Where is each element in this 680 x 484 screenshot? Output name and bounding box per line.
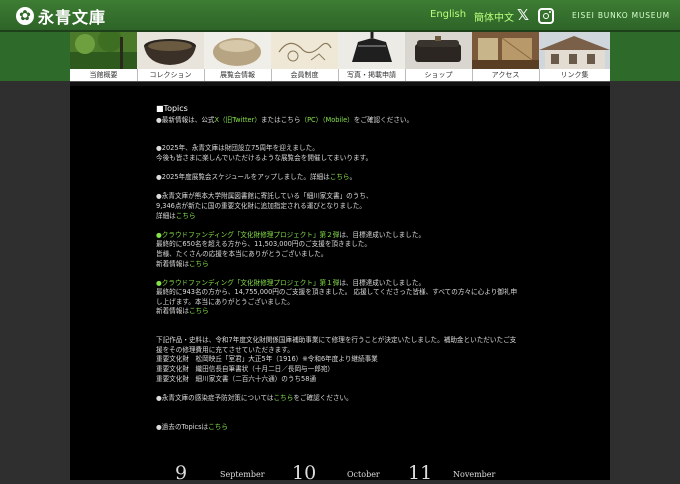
nav-label: 会員制度 xyxy=(290,71,319,79)
nav-item-links[interactable]: リンク集 xyxy=(539,32,610,81)
nav-label: 写真・掲載申請 xyxy=(347,71,396,79)
infection-link[interactable]: こちら xyxy=(274,394,294,402)
nav-label: アクセス xyxy=(491,71,520,79)
site-header: ✿ 永青文庫 English 簡体中文 𝕏 EISEI BUNKO MUSEUM xyxy=(0,0,680,32)
logo-text: 永青文庫 xyxy=(38,8,107,27)
calendar-month-number[interactable]: 11 xyxy=(408,462,432,484)
nav-item-access[interactable]: アクセス xyxy=(472,32,540,81)
topic-hosokawa-3: 詳細はこちら xyxy=(156,211,196,220)
nav-label: 当館概要 xyxy=(89,71,118,79)
calendar-month-name[interactable]: September xyxy=(220,470,265,479)
x-twitter-link[interactable]: X（旧Twitter） xyxy=(215,116,261,124)
topic-past: ●過去のTopicsはこちら xyxy=(156,422,228,431)
topic-infection: ●永青文庫の感染症予防対策についてはこちらをご確認ください。 xyxy=(156,393,353,402)
crowdfunding-2-news: 新着情報はこちら xyxy=(156,259,209,268)
calendar-month-name[interactable]: November xyxy=(453,470,495,479)
repair-item-3: 重要文化財 細川家文書（二百六十六通）のうち58通 xyxy=(156,374,317,383)
nav-item-exhibitions[interactable]: 展覧会情報 xyxy=(204,32,272,81)
museum-name: EISEI BUNKO MUSEUM xyxy=(572,11,670,20)
crowdfunding-2-link[interactable]: ●クラウドファンディング「文化財修理プロジェクト」第２弾 xyxy=(156,231,339,239)
repair-intro-2: 援をその修理費用に充てさせていただきます。 xyxy=(156,345,294,354)
topic-crowdfunding-1: ●クラウドファンディング「文化財修理プロジェクト」第１弾は、目標達成いたしました… xyxy=(156,278,426,287)
main-content: ■Topics ●最新情報は、公式X（旧Twitter）またはこちら（PC）（M… xyxy=(70,86,610,484)
topic-hosokawa-2: 9,346点が新たに国の重要文化財に追加指定される運びとなりました。 xyxy=(156,201,366,210)
nav-label: 展覧会情報 xyxy=(220,71,255,79)
crowdfunding-2-thanks: 皆様、たくさんの応援を本当にありがとうございました。 xyxy=(156,249,328,258)
nav-thumb-building xyxy=(539,32,610,69)
nav-thumb-drawing xyxy=(271,32,338,69)
crowdfunding-1-link[interactable]: ●クラウドファンディング「文化財修理プロジェクト」第１弾 xyxy=(156,279,339,287)
site-logo[interactable]: ✿ 永青文庫 xyxy=(16,5,106,27)
nav-thumb-lacquer-box xyxy=(405,32,472,69)
nav-thumb-garden xyxy=(70,32,137,69)
crest-icon: ✿ xyxy=(16,7,34,25)
nav-item-membership[interactable]: 会員制度 xyxy=(271,32,339,81)
nav-thumb-vessel xyxy=(204,32,271,69)
nav-item-shop[interactable]: ショップ xyxy=(405,32,473,81)
schedule-link[interactable]: こちら xyxy=(330,173,350,181)
repair-item-2: 重要文化財 織田信長自筆書状（十月二日／長岡与一郎宛） xyxy=(156,365,335,374)
instagram-icon[interactable] xyxy=(538,8,554,24)
nav-label: ショップ xyxy=(424,71,453,79)
topics-section: ■Topics ●最新情報は、公式X（旧Twitter）またはこちら（PC）（M… xyxy=(156,104,596,432)
repair-item-1: 重要文化財 松岡映丘「室君」大正5年（1916）※令和6年度より継続事業 xyxy=(156,355,378,364)
crowdfunding-1-thanks: し上げます。本当にありがとうございました。 xyxy=(156,297,294,306)
lang-english-link[interactable]: English xyxy=(430,9,466,20)
x-twitter-icon[interactable]: 𝕏 xyxy=(515,7,531,23)
topic-sns: ●最新情報は、公式X（旧Twitter）またはこちら（PC）（Mobile）をご… xyxy=(156,115,414,124)
calendar-month-number[interactable]: 9 xyxy=(175,462,187,484)
repair-intro-1: 下記作品・史料は、令和7年度文化財関係国庫補助事業にて修理を行うことが決定いたし… xyxy=(156,336,517,345)
nav-thumb-tea-bowl xyxy=(137,32,204,69)
past-topics-link[interactable]: こちら xyxy=(208,423,228,431)
nav-thumb-armor xyxy=(338,32,405,69)
calendar-month-number[interactable]: 10 xyxy=(292,462,316,484)
topics-heading: ■Topics xyxy=(156,104,188,113)
lang-chinese-link[interactable]: 簡体中文 xyxy=(474,9,514,24)
crowdfunding-1-news-link[interactable]: こちら xyxy=(189,307,209,315)
crowdfunding-2-news-link[interactable]: こちら xyxy=(189,260,209,268)
main-nav: 当館概要 コレクション 展覧会情報 会員制度 写真・掲載申請 ショップ アクセス… xyxy=(0,32,680,81)
topic-anniversary-1: ●2025年、永青文庫は財団設立75周年を迎えました。 xyxy=(156,144,319,153)
nav-item-about[interactable]: 当館概要 xyxy=(70,32,138,81)
nav-item-photo-request[interactable]: 写真・掲載申請 xyxy=(338,32,406,81)
calendar-month-name[interactable]: October xyxy=(347,470,380,479)
topic-hosokawa-1: ●永青文庫が熊本大学附属図書館に寄託している「細川家文書」のうち、 xyxy=(156,192,373,201)
crowdfunding-2-detail: 最終的に650名を超える方から、11,503,000円のご支援を頂きました。 xyxy=(156,240,371,249)
crowdfunding-1-news: 新着情報はこちら xyxy=(156,307,209,316)
crowdfunding-1-detail: 最終的に943名の方から、14,755,000円のご支援を頂きました。 応援して… xyxy=(156,288,518,297)
topic-crowdfunding-2: ●クラウドファンディング「文化財修理プロジェクト」第２弾は、目標達成いたしました… xyxy=(156,230,426,239)
pc-mobile-link[interactable]: （PC）（Mobile） xyxy=(300,116,353,124)
nav-item-collection[interactable]: コレクション xyxy=(137,32,205,81)
nav-thumb-interior xyxy=(472,32,539,69)
hosokawa-link[interactable]: こちら xyxy=(176,212,196,220)
topic-schedule: ●2025年度展覧会スケジュールをアップしました。詳細はこちら。 xyxy=(156,173,357,182)
nav-label: リンク集 xyxy=(560,71,589,79)
nav-label: コレクション xyxy=(149,71,192,79)
topic-anniversary-2: 今後も皆さまに楽しんでいただけるような展覧会を開催してまいります。 xyxy=(156,153,373,162)
